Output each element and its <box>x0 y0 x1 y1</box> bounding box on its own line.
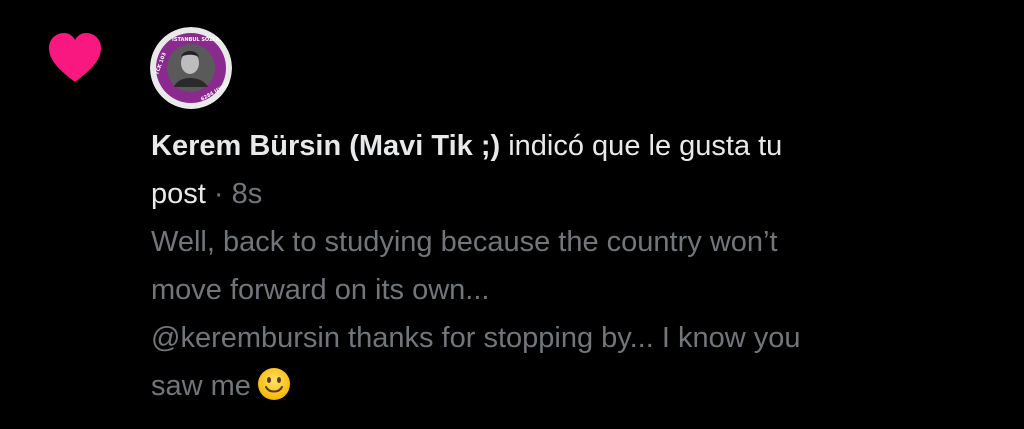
post-line-last: saw me <box>151 362 991 416</box>
slightly-smiling-face-icon <box>257 367 291 416</box>
separator: · <box>205 178 232 210</box>
post-line-text: saw me <box>151 370 251 402</box>
like-notification[interactable]: İSTANBUL SÖZLEŞMESİ TCK 103 6284 UYGULA … <box>0 0 1024 429</box>
notification-header-cont: post · 8s <box>151 170 991 218</box>
post-line: @kerembursin thanks for stopping by... I… <box>151 322 801 354</box>
notification-header: Kerem Bürsin (Mavi Tik ;) indicó que le … <box>151 122 991 170</box>
post-preview[interactable]: Well, back to studying because the count… <box>151 218 991 416</box>
heart-icon <box>47 32 103 84</box>
user-name-link[interactable]: Kerem Bürsin (Mavi Tik ;) <box>151 130 500 162</box>
post-line: move forward on its own... <box>151 274 490 306</box>
notification-content: Kerem Bürsin (Mavi Tik ;) indicó que le … <box>151 122 991 416</box>
post-line: Well, back to studying because the count… <box>151 226 778 258</box>
action-text-cont: post <box>151 178 206 210</box>
svg-text:İSTANBUL SÖZLEŞMESİ: İSTANBUL SÖZLEŞMESİ <box>172 36 232 43</box>
action-text: indicó que le gusta tu <box>500 130 783 162</box>
timestamp[interactable]: 8s <box>232 178 263 210</box>
avatar[interactable]: İSTANBUL SÖZLEŞMESİ TCK 103 6284 UYGULA <box>150 27 232 109</box>
